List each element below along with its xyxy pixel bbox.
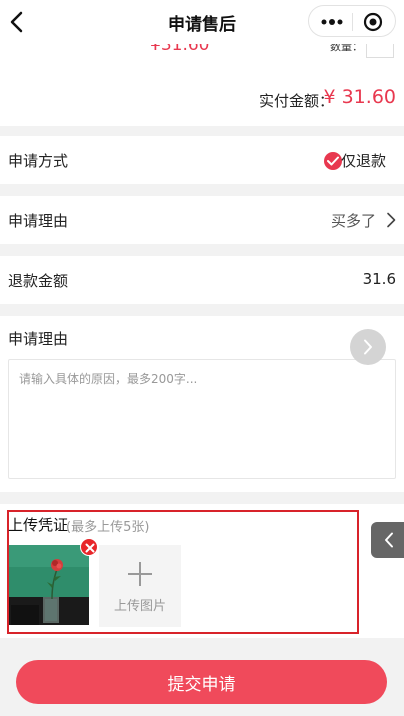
apply-method-label: 申请方式 [8, 152, 69, 170]
refund-amount-value: 31.6 [362, 270, 396, 288]
reason-select-value[interactable]: 买多了 [331, 210, 376, 231]
upload-title: 上传凭证 [8, 516, 69, 534]
paid-amount-value: ¥ 31.60 [323, 86, 396, 108]
side-collapse-tab[interactable] [371, 522, 404, 558]
chevron-right-icon[interactable] [386, 212, 396, 228]
bottom-bar: 提交申请 [0, 640, 404, 716]
plus-icon [127, 561, 153, 587]
capsule-divider [352, 13, 353, 31]
uploaded-image-thumbnail[interactable] [9, 545, 89, 625]
reason-text-label: 申请理由 [8, 330, 69, 348]
nav-bar: 申请售后 [0, 0, 404, 44]
refund-amount-label: 退款金额 [8, 272, 69, 290]
float-next-button[interactable] [350, 329, 386, 365]
product-row: ¥31.60 数量： [0, 44, 404, 68]
target-icon[interactable] [362, 11, 384, 33]
remove-image-icon[interactable] [80, 538, 98, 556]
reason-text-section: 申请理由 [0, 316, 404, 492]
apply-method-row[interactable]: 申请方式 仅退款 [0, 136, 404, 184]
reason-select-label: 申请理由 [8, 212, 69, 230]
refund-amount-row: 退款金额 31.6 [0, 256, 404, 304]
apply-method-value[interactable]: 仅退款 [341, 150, 386, 171]
product-price: ¥31.60 [150, 44, 210, 55]
check-circle-icon[interactable] [324, 152, 342, 170]
reason-textarea[interactable] [8, 359, 396, 479]
reason-select-row[interactable]: 申请理由 买多了 [0, 196, 404, 244]
add-image-button[interactable]: 上传图片 [99, 545, 181, 627]
quantity-stepper[interactable] [366, 44, 394, 58]
more-dots-icon[interactable] [319, 12, 345, 32]
upload-section: 上传凭证 (最多上传5张) 上传图片 [0, 504, 404, 638]
paid-amount-row: 实付金额： ¥ 31.60 [0, 68, 404, 126]
upload-hint: (最多上传5张) [66, 520, 150, 535]
mini-program-capsule [308, 5, 396, 37]
add-image-label: 上传图片 [113, 599, 166, 614]
submit-button[interactable]: 提交申请 [16, 660, 387, 704]
quantity-label: 数量： [330, 44, 363, 53]
